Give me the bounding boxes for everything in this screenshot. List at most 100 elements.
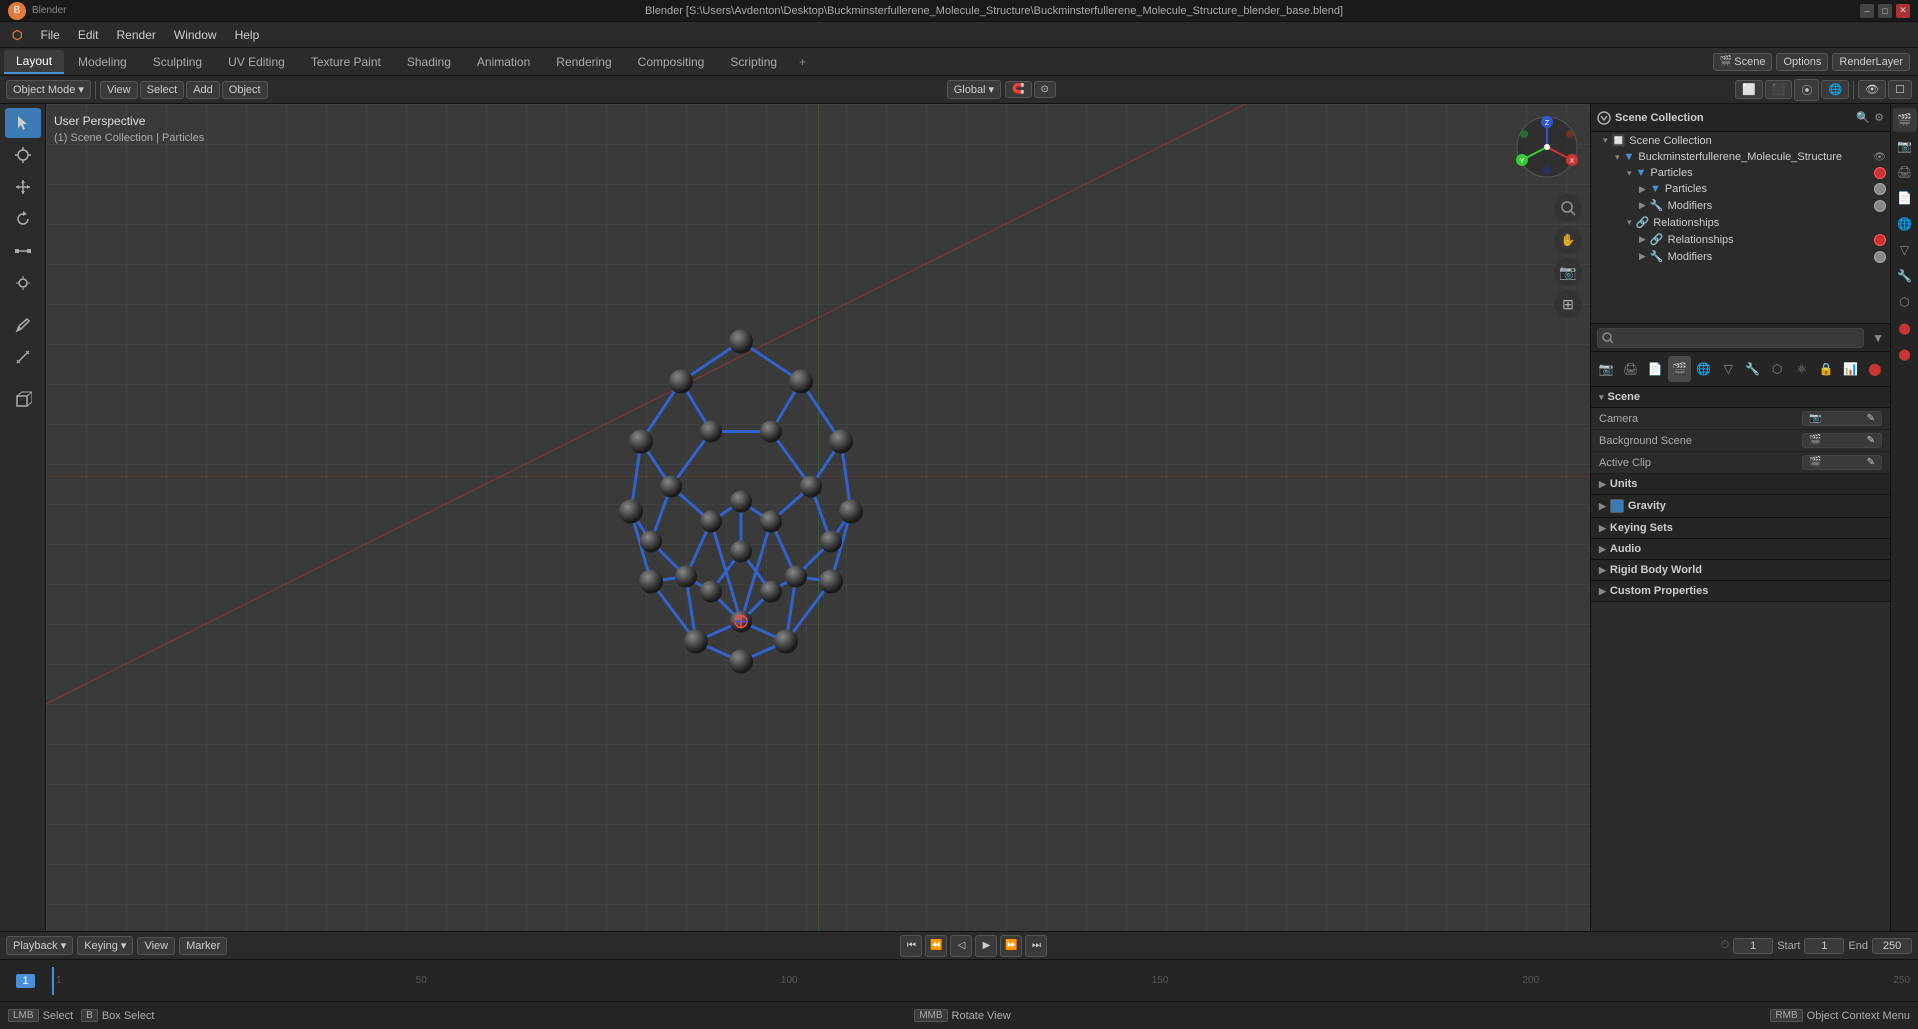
- navigation-gizmo[interactable]: Z X Y: [1512, 112, 1582, 182]
- options-button[interactable]: Options: [1776, 53, 1828, 71]
- marker-menu[interactable]: Marker: [179, 937, 227, 955]
- modifier-props-icon[interactable]: 🔧: [1893, 264, 1917, 288]
- tab-scripting[interactable]: Scripting: [718, 51, 789, 73]
- background-scene-value[interactable]: 🎬 ✎: [1802, 433, 1882, 448]
- object-props-icon[interactable]: ▽: [1893, 238, 1917, 262]
- view-menu[interactable]: View: [100, 81, 138, 99]
- grid-icon[interactable]: ⊞: [1554, 290, 1582, 318]
- menu-window[interactable]: Window: [166, 26, 225, 44]
- add-workspace-button[interactable]: +: [791, 51, 814, 73]
- object-context-status[interactable]: RMB Object Context Menu: [1770, 1009, 1910, 1022]
- props-tab-constraints[interactable]: 🔒: [1815, 356, 1837, 382]
- outliner-relationships[interactable]: ▾ 🔗 Relationships: [1591, 214, 1890, 231]
- props-tab-world[interactable]: 🌐: [1693, 356, 1715, 382]
- particles-props-icon[interactable]: ⬡: [1893, 290, 1917, 314]
- go-to-end-button[interactable]: ⏭: [1025, 935, 1047, 957]
- render-props-icon[interactable]: 📷: [1893, 134, 1917, 158]
- box-select-status[interactable]: B Box Select: [81, 1009, 154, 1022]
- menu-edit[interactable]: Edit: [70, 26, 107, 44]
- scene-props-icon[interactable]: 🎬: [1893, 108, 1917, 132]
- outliner-modifiers[interactable]: ▶ 🔧 Modifiers: [1591, 197, 1890, 214]
- select-status[interactable]: LMB Select: [8, 1009, 73, 1022]
- outliner-modifiers2[interactable]: ▶ 🔧 Modifiers: [1591, 248, 1890, 265]
- proportional-edit[interactable]: ⊙: [1034, 81, 1056, 98]
- constraints-props-icon[interactable]: ⬤: [1893, 342, 1917, 366]
- start-frame-input[interactable]: [1804, 938, 1844, 954]
- select-tool[interactable]: [5, 108, 41, 138]
- view-layer-icon[interactable]: 📄: [1893, 186, 1917, 210]
- menu-help[interactable]: Help: [227, 26, 268, 44]
- playhead[interactable]: [52, 967, 54, 995]
- world-props-icon[interactable]: 🌐: [1893, 212, 1917, 236]
- viewport[interactable]: User Perspective (1) Scene Collection | …: [46, 104, 1590, 931]
- scale-tool[interactable]: [5, 236, 41, 266]
- camera-icon[interactable]: 📷: [1554, 258, 1582, 286]
- gravity-checkbox[interactable]: [1610, 499, 1624, 513]
- cursor-tool[interactable]: [5, 140, 41, 170]
- tab-uv-editing[interactable]: UV Editing: [216, 51, 297, 73]
- audio-section-header[interactable]: ▶ Audio: [1591, 539, 1890, 560]
- modifiers2-dot[interactable]: [1874, 251, 1886, 263]
- select-menu[interactable]: Select: [140, 81, 185, 99]
- scene-section-header[interactable]: ▾ Scene: [1591, 387, 1890, 408]
- menu-file[interactable]: File: [32, 26, 67, 44]
- units-section-header[interactable]: ▶ Units: [1591, 474, 1890, 495]
- camera-value[interactable]: 📷 ✎: [1802, 411, 1882, 426]
- props-tab-data[interactable]: 📊: [1839, 356, 1861, 382]
- camera-dropper[interactable]: ✎: [1867, 413, 1875, 424]
- viewport-shading-wire[interactable]: ⬜: [1735, 80, 1763, 99]
- playback-menu[interactable]: Playback ▾: [6, 936, 73, 955]
- render-layer-selector[interactable]: RenderLayer: [1832, 53, 1910, 71]
- relationships-dot[interactable]: [1874, 234, 1886, 246]
- snap-toggle[interactable]: 🧲: [1005, 81, 1031, 98]
- view-menu-timeline[interactable]: View: [137, 937, 175, 955]
- gravity-section-header[interactable]: ▶ Gravity: [1591, 495, 1890, 518]
- tab-layout[interactable]: Layout: [4, 50, 64, 74]
- viewport-shading-material[interactable]: ⦿: [1794, 79, 1819, 101]
- play-back-button[interactable]: ◁: [950, 935, 972, 957]
- viewport-overlay[interactable]: 👁: [1858, 80, 1886, 99]
- transform-tool[interactable]: [5, 268, 41, 298]
- props-tab-object[interactable]: ▽: [1717, 356, 1739, 382]
- clip-dropper[interactable]: ✎: [1867, 457, 1875, 468]
- keying-menu[interactable]: Keying ▾: [77, 936, 133, 955]
- props-tab-render[interactable]: 📷: [1595, 356, 1617, 382]
- outliner-root-object[interactable]: ▾ ▼ Buckminsterfullerene_Molecule_Struct…: [1591, 149, 1890, 165]
- rotate-view-status[interactable]: MMB Rotate View: [914, 1009, 1010, 1022]
- step-forward-button[interactable]: ⏩: [1000, 935, 1022, 957]
- add-menu[interactable]: Add: [186, 81, 220, 99]
- viewport-shading-solid[interactable]: ⬛: [1765, 80, 1793, 99]
- viewport-xray[interactable]: ☐: [1888, 80, 1912, 99]
- tab-animation[interactable]: Animation: [465, 51, 542, 73]
- props-tab-physics[interactable]: ⚛: [1790, 356, 1812, 382]
- properties-filter[interactable]: ▼: [1872, 331, 1884, 345]
- search-icon[interactable]: [1554, 194, 1582, 222]
- outliner-particles-child[interactable]: ▶ ▼ Particles: [1591, 181, 1890, 197]
- props-tab-modifiers[interactable]: 🔧: [1742, 356, 1764, 382]
- active-clip-value[interactable]: 🎬 ✎: [1802, 455, 1882, 470]
- scene-selector[interactable]: 🎬 Scene: [1713, 53, 1773, 71]
- maximize-button[interactable]: □: [1878, 4, 1892, 18]
- particles-dot[interactable]: [1874, 167, 1886, 179]
- play-button[interactable]: ▶: [975, 935, 997, 957]
- minimize-button[interactable]: –: [1860, 4, 1874, 18]
- tab-texture-paint[interactable]: Texture Paint: [299, 51, 393, 73]
- menu-render[interactable]: Render: [109, 26, 164, 44]
- rigid-body-world-section-header[interactable]: ▶ Rigid Body World: [1591, 560, 1890, 581]
- current-frame-input[interactable]: [1733, 938, 1773, 954]
- window-controls[interactable]: – □ ✕: [1860, 4, 1910, 18]
- eye-toggle[interactable]: 👁: [1873, 152, 1886, 163]
- mode-selector[interactable]: Object Mode ▾: [6, 80, 91, 99]
- menu-blender[interactable]: ⬡: [4, 26, 30, 44]
- props-tab-view-layer[interactable]: 📄: [1644, 356, 1666, 382]
- measure-tool[interactable]: [5, 342, 41, 372]
- output-props-icon[interactable]: 🖨: [1893, 160, 1917, 184]
- tab-rendering[interactable]: Rendering: [544, 51, 623, 73]
- add-cube-tool[interactable]: [5, 384, 41, 414]
- outliner-menu[interactable]: ⚙: [1874, 111, 1884, 124]
- outliner-relationships-child[interactable]: ▶ 🔗 Relationships: [1591, 231, 1890, 248]
- props-tab-particles[interactable]: ⬡: [1766, 356, 1788, 382]
- viewport-shading-render[interactable]: 🌐: [1821, 80, 1849, 99]
- outliner-scene-collection[interactable]: ▾ 🔲 Scene Collection: [1591, 132, 1890, 149]
- tab-sculpting[interactable]: Sculpting: [141, 51, 214, 73]
